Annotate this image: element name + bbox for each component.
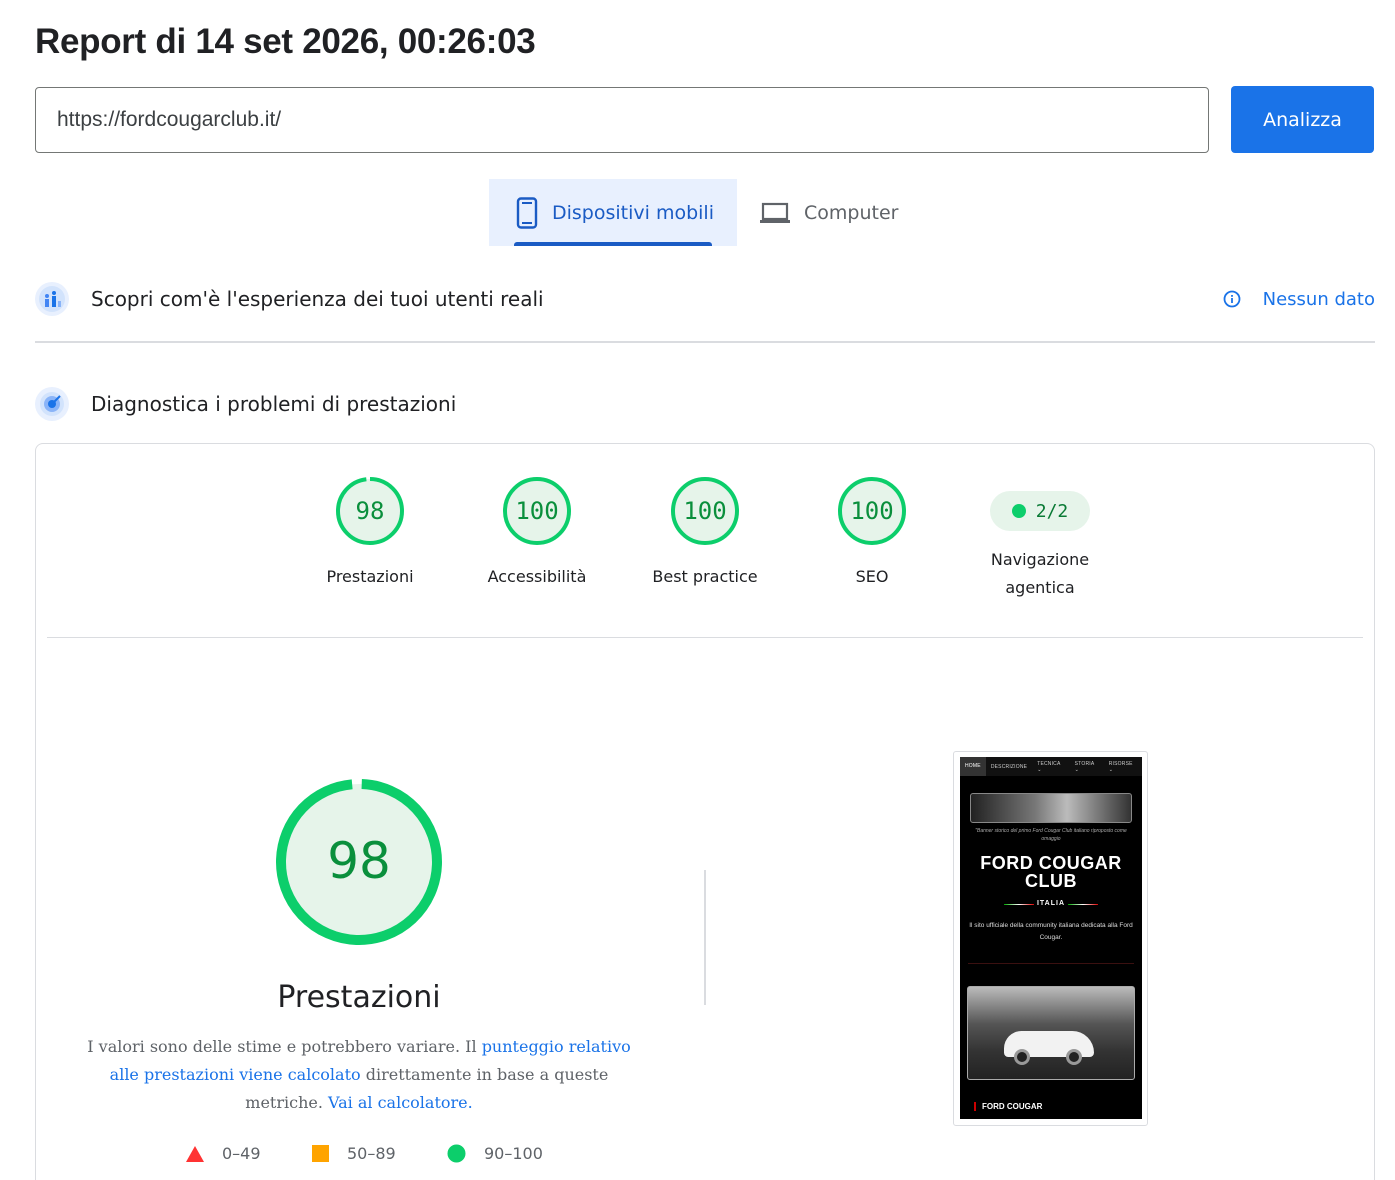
report-title: Report di 14 set 2026, 00:26:03 [35,22,536,61]
agentic-value: 2/2 [1035,500,1069,522]
tab-desktop[interactable]: Computer [760,179,930,246]
score-label: Best practice [652,567,758,586]
screenshot-nav-item: TECNICA ⌄ [1037,760,1061,773]
laptop-icon [760,202,790,224]
score-ring: 100 [502,476,572,546]
screenshot-title-line1: FORD COUGAR [980,853,1122,873]
active-tab-indicator [514,242,712,246]
score-label: Accessibilità [487,567,587,586]
agentic-pill: 2/2 [990,491,1090,531]
screenshot-banner-image [970,793,1132,823]
url-input[interactable] [35,87,1209,153]
lab-data-header: Diagnostica i problemi di prestazioni [35,387,1375,421]
smartphone-icon [516,196,538,229]
gauge-seo[interactable]: 100 SEO [802,476,942,591]
legend-pass-label: 90–100 [484,1144,543,1163]
tab-mobile[interactable]: Dispositivi mobili [489,179,737,246]
legend-average-label: 50–89 [347,1144,396,1163]
screenshot-caption: "Banner storico del primo Ford Cougar Cl… [975,828,1127,842]
legend-fail-label: 0–49 [222,1144,261,1163]
info-icon [1223,290,1241,308]
section-divider [35,341,1375,343]
screenshot-nav-item: STORIA ⌄ [1074,760,1095,773]
performance-title: Prestazioni [277,980,441,1015]
legend-fail: 0–49 [186,1144,261,1163]
score-label: SEO [855,567,889,586]
tab-desktop-label: Computer [804,201,899,224]
screenshot-title-line2: CLUB [1025,871,1077,891]
screenshot-car-photo [967,986,1135,1080]
gauge-accessibility[interactable]: 100 Accessibilità [467,476,607,591]
agentic-label-line2: agentica [1005,578,1075,597]
screenshot-subtitle: Il sito ufficiale della community italia… [969,922,1133,941]
gauge-best-practices[interactable]: 100 Best practice [635,476,775,591]
desc-text-1: I valori sono delle stime e potrebbero v… [87,1037,482,1056]
score-ring: 100 [670,476,740,546]
performance-gauge: 98 [274,777,444,947]
legend-average: 50–89 [312,1144,396,1163]
screenshot-title: FORD COUGAR CLUB [960,854,1142,890]
tab-mobile-label: Dispositivi mobili [552,201,714,224]
users-chart-icon [35,282,69,316]
performance-description: I valori sono delle stime e potrebbero v… [78,1033,640,1117]
score-value: 100 [683,497,727,525]
score-label: Prestazioni [326,567,414,586]
score-value: 100 [850,497,894,525]
radar-icon [35,387,69,421]
calculator-link[interactable]: Vai al calcolatore. [328,1093,473,1112]
agentic-label: Navigazione agentica [970,546,1110,602]
average-square-icon [312,1145,329,1162]
no-data-link[interactable]: Nessun dato [1223,289,1375,310]
gauges-divider [47,637,1363,638]
no-data-label: Nessun dato [1262,288,1375,310]
gauge-agentic-navigation[interactable]: 2/2 Navigazione agentica [970,476,1110,602]
screenshot-footer-label: FORD COUGAR [974,1102,1042,1111]
fail-triangle-icon [186,1145,204,1162]
screenshot-nav-item: RISORSE ⌄ [1108,760,1133,773]
score-ring: 100 [837,476,907,546]
performance-score: 98 [327,832,391,890]
field-data-title: Scopri com'è l'esperienza dei tuoi utent… [91,287,544,311]
analyze-button[interactable]: Analizza [1231,86,1374,153]
vertical-divider [704,870,706,1005]
score-ring: 98 [335,476,405,546]
screenshot-country: ITALIA [1036,900,1066,907]
lab-data-title: Diagnostica i problemi di prestazioni [91,392,457,416]
pass-circle-icon [447,1144,466,1163]
score-value: 100 [515,497,559,525]
page-screenshot[interactable]: HOME DESCRIZIONE TECNICA ⌄ STORIA ⌄ RISO… [960,757,1142,1119]
screenshot-nav-item: HOME [960,757,986,776]
gauge-performance[interactable]: 98 Prestazioni [300,476,440,591]
legend-pass: 90–100 [447,1144,543,1163]
pass-dot-icon [1011,504,1026,518]
car-wheel [1066,1049,1082,1065]
screenshot-nav: HOME DESCRIZIONE TECNICA ⌄ STORIA ⌄ RISO… [960,757,1142,776]
field-data-header: Scopri com'è l'esperienza dei tuoi utent… [35,282,1375,316]
screenshot-nav-item: DESCRIZIONE [990,763,1028,770]
screenshot-separator [968,963,1134,964]
car-wheel [1014,1049,1030,1065]
score-value: 98 [355,497,385,525]
flag-line-right [1068,904,1098,905]
agentic-label-line1: Navigazione [990,550,1090,569]
